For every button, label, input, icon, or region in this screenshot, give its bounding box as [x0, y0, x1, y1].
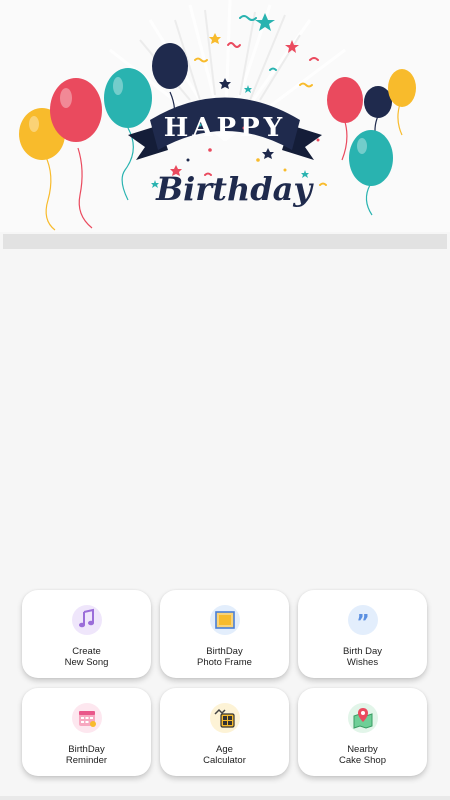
birthday-reminder-label: BirthDay Reminder	[65, 744, 108, 766]
photo-frame-icon	[209, 605, 240, 635]
calendar-icon	[71, 703, 102, 733]
music-note-icon	[71, 605, 102, 635]
bottom-edge	[0, 796, 450, 800]
birthday-wishes-button[interactable]: ” Birth Day Wishes	[298, 590, 427, 678]
birthday-photo-frame-button[interactable]: BirthDay Photo Frame	[160, 590, 289, 678]
happy-text: HAPPY	[164, 113, 286, 143]
birthday-balloons-illustration: HAPPY Birthday	[19, 0, 416, 231]
birthday-reminder-button[interactable]: BirthDay Reminder	[22, 688, 151, 776]
header-divider	[3, 234, 447, 249]
birthday-wishes-label: Birth Day Wishes	[342, 646, 383, 668]
header-banner: HAPPY Birthday	[0, 0, 450, 232]
nearby-cake-shop-button[interactable]: Nearby Cake Shop	[298, 688, 427, 776]
svg-text:”: ”	[356, 610, 369, 634]
calculator-icon	[209, 703, 240, 733]
map-pin-icon	[347, 703, 378, 733]
nearby-cake-shop-label: Nearby Cake Shop	[338, 744, 386, 766]
birthday-text: Birthday	[155, 170, 314, 208]
birthday-photo-frame-label: BirthDay Photo Frame	[197, 646, 252, 668]
age-calculator-label: Age Calculator	[203, 744, 246, 766]
quote-icon: ”	[347, 605, 378, 635]
create-new-song-button[interactable]: Create New Song	[22, 590, 151, 678]
age-calculator-button[interactable]: Age Calculator	[160, 688, 289, 776]
create-new-song-label: Create New Song	[64, 646, 109, 668]
feature-menu: Create New Song BirthDay Photo Frame ” B…	[22, 590, 428, 776]
